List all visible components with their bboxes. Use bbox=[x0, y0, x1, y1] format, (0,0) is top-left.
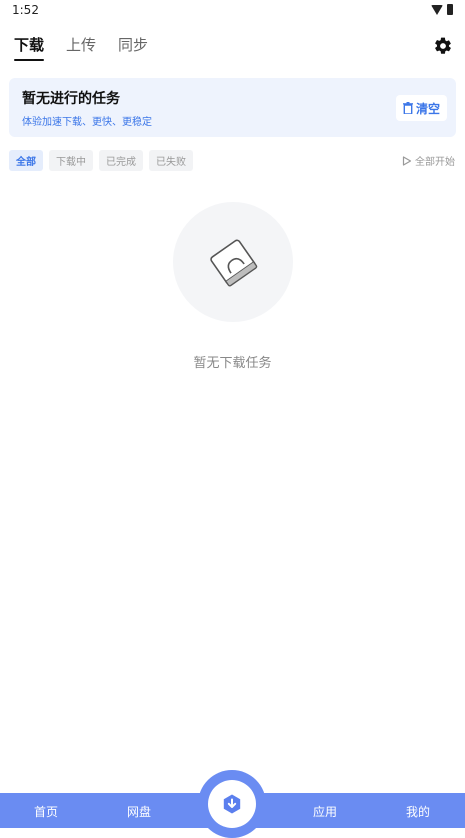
card-title: 暂无进行的任务 bbox=[22, 91, 120, 107]
task-info-card: 暂无进行的任务 体验加速下载、更快、更稳定 清空 bbox=[9, 78, 456, 137]
tab-upload[interactable]: 上传 bbox=[66, 34, 96, 61]
trash-icon bbox=[402, 102, 413, 114]
clear-button[interactable]: 清空 bbox=[395, 95, 447, 121]
nav-item-mine[interactable]: 我的 bbox=[406, 803, 430, 820]
status-bar: 1:52 bbox=[0, 0, 465, 22]
status-icons bbox=[431, 4, 453, 15]
gear-icon[interactable] bbox=[433, 36, 453, 56]
filter-downloading[interactable]: 下载中 bbox=[49, 150, 93, 171]
status-time: 1:52 bbox=[12, 3, 39, 17]
nav-item-home[interactable]: 首页 bbox=[34, 803, 58, 820]
clear-label: 清空 bbox=[415, 101, 440, 116]
start-all-button[interactable]: 全部开始 bbox=[402, 153, 455, 168]
empty-state-text: 暂无下载任务 bbox=[193, 356, 272, 371]
filter-completed[interactable]: 已完成 bbox=[99, 150, 143, 171]
play-icon bbox=[402, 155, 412, 166]
tab-download[interactable]: 下载 bbox=[14, 34, 45, 61]
filter-failed[interactable]: 已失败 bbox=[149, 150, 193, 171]
tab-sync[interactable]: 同步 bbox=[118, 34, 148, 61]
top-tabs: 下载 上传 同步 bbox=[14, 34, 148, 61]
nav-center-download-button[interactable] bbox=[208, 780, 256, 828]
empty-file-icon bbox=[210, 239, 258, 287]
filter-all[interactable]: 全部 bbox=[9, 150, 43, 171]
battery-icon bbox=[447, 4, 453, 15]
nav-item-cloud[interactable]: 网盘 bbox=[127, 803, 151, 820]
download-icon bbox=[223, 794, 241, 814]
card-subtitle: 体验加速下载、更快、更稳定 bbox=[22, 117, 152, 128]
wifi-icon bbox=[431, 4, 443, 15]
start-all-label: 全部开始 bbox=[415, 157, 455, 168]
nav-item-apps[interactable]: 应用 bbox=[313, 803, 337, 820]
filter-chips: 全部 下载中 已完成 已失败 bbox=[9, 150, 193, 171]
empty-illustration bbox=[173, 202, 293, 322]
